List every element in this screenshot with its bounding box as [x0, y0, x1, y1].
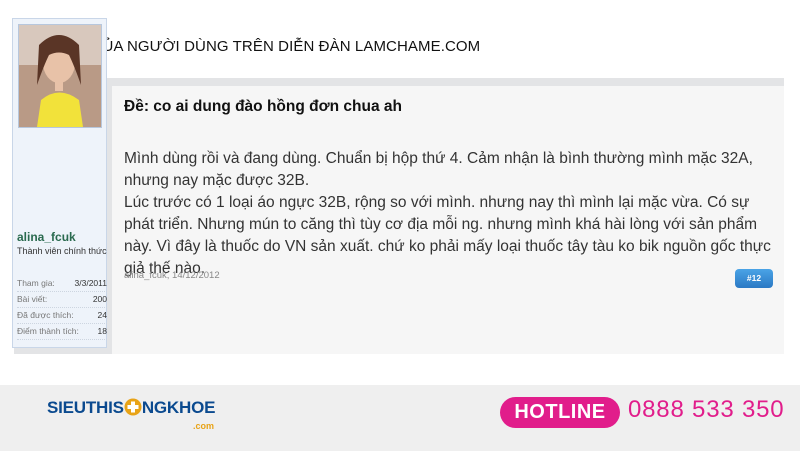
- post-paragraph: Mình dùng rồi và đang dùng. Chuẩn bị hộp…: [124, 150, 753, 189]
- stat-row: Điểm thành tích: 18: [17, 324, 107, 340]
- post-paragraph: Lúc trước có 1 loại áo ngực 32B, rộng so…: [124, 194, 771, 277]
- stat-row: Bài viết: 200: [17, 292, 107, 308]
- hotline-number[interactable]: 0888 533 350: [628, 396, 784, 424]
- avatar-photo: [19, 25, 101, 127]
- post-title: Đề: co ai dung đào hồng đơn chua ah: [124, 98, 402, 115]
- hotline-label[interactable]: HOTLINE: [500, 397, 620, 428]
- logo-text-part2: NGKHOE: [141, 398, 216, 417]
- logo-domain: .com: [193, 421, 215, 431]
- avatar[interactable]: [18, 24, 102, 128]
- post-meta[interactable]: alina_fcuk, 14/12/2012: [124, 270, 220, 281]
- post-body: Mình dùng rồi và đang dùng. Chuẩn bị hộp…: [124, 148, 774, 280]
- stat-row: Đã được thích: 24: [17, 308, 107, 324]
- brand-logo[interactable]: SIEUTHIS NGKHOE: [47, 398, 215, 418]
- username[interactable]: alina_fcuk: [17, 230, 76, 244]
- medical-cross-icon: [124, 398, 142, 416]
- stat-row: Tham gia: 3/3/2011: [17, 276, 107, 292]
- logo-text-part1: SIEUTHIS: [47, 398, 124, 417]
- post-number-button[interactable]: #12: [735, 269, 773, 288]
- user-stats: Tham gia: 3/3/2011 Bài viết: 200 Đã được t…: [17, 276, 107, 340]
- user-title: Thành viên chính thức: [17, 246, 107, 256]
